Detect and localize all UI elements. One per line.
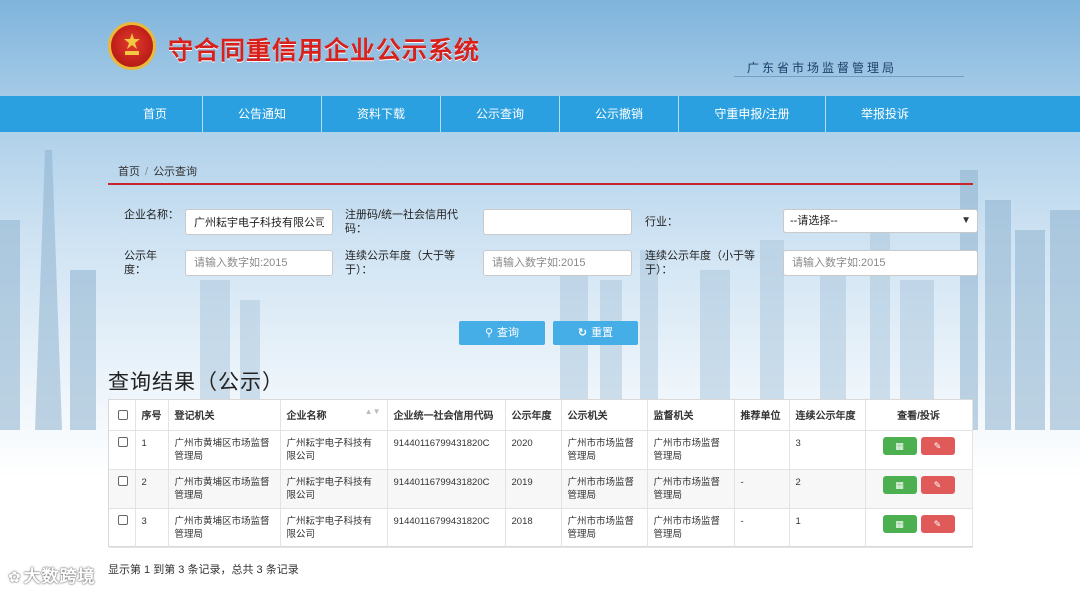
results-table: 序号 登记机关 企业名称 ▲▼ 企业统一社会信用代码 公示年度 公示机关 监督机关… — [108, 399, 973, 548]
sort-icon: ▲▼ — [364, 407, 381, 417]
col-header-pub-authority: 公示机关 — [561, 400, 648, 431]
view-button[interactable]: ▦ — [882, 514, 917, 533]
cell-continuous-years: 3 — [789, 430, 866, 470]
watermark-logo-icon: ✿ — [8, 569, 22, 586]
cell-actions: ▦ ✎ — [865, 469, 973, 509]
cell-actions: ▦ ✎ — [865, 508, 973, 548]
edit-icon: ✎ — [933, 440, 942, 451]
row-checkbox[interactable] — [118, 514, 128, 525]
cell-company: 广州耘宇电子科技有限公司 — [280, 430, 388, 470]
cell-no: 3 — [135, 508, 169, 548]
col-header-continuous-years: 连续公示年度 — [789, 400, 866, 431]
row-checkbox[interactable] — [118, 475, 128, 486]
cell-reg-authority: 广州市黄埔区市场监督管理局 — [168, 508, 281, 548]
reset-button[interactable]: ↻ 重置 — [553, 321, 638, 345]
document-icon: ▦ — [895, 518, 904, 529]
cell-recommender: - — [734, 469, 790, 509]
year-input[interactable] — [185, 250, 333, 276]
year-gte-input[interactable] — [483, 250, 632, 276]
watermark-text: 大数跨境 — [23, 567, 96, 586]
cell-actions: ▦ ✎ — [865, 430, 973, 470]
cell-continuous-years: 2 — [789, 469, 866, 509]
table-header-row: 序号 登记机关 企业名称 ▲▼ 企业统一社会信用代码 公示年度 公示机关 监督机关… — [109, 400, 973, 431]
cell-reg-authority: 广州市黄埔区市场监督管理局 — [168, 469, 281, 509]
row-checkbox[interactable] — [118, 436, 128, 447]
industry-select[interactable]: --请选择-- ▼ — [783, 209, 978, 233]
cell-recommender — [734, 430, 790, 470]
col-header-reg-authority: 登记机关 — [168, 400, 281, 431]
industry-label: 行业： — [645, 216, 678, 228]
row-select-cell — [109, 469, 136, 509]
cell-sup-authority: 广州市市场监督管理局 — [647, 469, 735, 509]
industry-selected-value: --请选择-- — [790, 215, 838, 227]
edit-icon: ✎ — [933, 518, 942, 529]
col-header-actions: 查看/投诉 — [865, 400, 973, 431]
company-name-input[interactable] — [185, 209, 333, 235]
complain-button[interactable]: ✎ — [920, 514, 955, 533]
view-button[interactable]: ▦ — [882, 475, 917, 494]
year-lte-input[interactable] — [783, 250, 978, 276]
view-button[interactable]: ▦ — [882, 436, 917, 455]
col-header-recommender: 推荐单位 — [734, 400, 790, 431]
edit-icon: ✎ — [933, 479, 942, 490]
credit-code-input[interactable] — [483, 209, 632, 235]
chevron-down-icon: ▼ — [961, 215, 971, 226]
row-select-cell — [109, 508, 136, 548]
col-header-sup-authority: 监督机关 — [647, 400, 735, 431]
cell-year: 2018 — [505, 508, 562, 548]
cell-credit-code: 91440116799431820C — [387, 469, 506, 509]
refresh-icon: ↻ — [577, 327, 588, 339]
complain-button[interactable]: ✎ — [920, 475, 955, 494]
col-header-company-label: 企业名称 — [286, 411, 327, 423]
search-form: 企业名称： 注册码/统一社会信用代码： 行业： --请选择-- ▼ 公示年度： … — [0, 0, 1080, 345]
year-gte-label: 连续公示年度（大于等于）： — [345, 250, 455, 276]
document-icon: ▦ — [895, 440, 904, 451]
cell-pub-authority: 广州市市场监督管理局 — [561, 469, 648, 509]
cell-credit-code: 91440116799431820C — [387, 430, 506, 470]
search-button[interactable]: ⚲ 查询 — [459, 321, 545, 345]
results-title: 查询结果（公示） — [108, 371, 284, 394]
col-header-company[interactable]: 企业名称 ▲▼ — [280, 400, 388, 431]
reset-button-label: 重置 — [591, 327, 614, 339]
cell-no: 2 — [135, 469, 169, 509]
cell-recommender: - — [734, 508, 790, 548]
cell-sup-authority: 广州市市场监督管理局 — [647, 508, 735, 548]
select-all-cell — [109, 400, 136, 431]
year-lte-label: 连续公示年度（小于等于）： — [645, 250, 755, 276]
row-select-cell — [109, 430, 136, 470]
table-row: 2 广州市黄埔区市场监督管理局 广州耘宇电子科技有限公司 91440116799… — [109, 469, 973, 509]
col-header-year: 公示年度 — [505, 400, 562, 431]
cell-continuous-years: 1 — [789, 508, 866, 548]
select-all-checkbox[interactable] — [118, 409, 128, 420]
year-label: 公示年度： — [124, 250, 157, 276]
pagination-summary: 显示第 1 到第 3 条记录，总共 3 条记录 — [108, 564, 299, 576]
search-icon: ⚲ — [484, 327, 494, 339]
cell-pub-authority: 广州市市场监督管理局 — [561, 430, 648, 470]
complain-button[interactable]: ✎ — [920, 436, 955, 455]
cell-credit-code: 91440116799431820C — [387, 508, 506, 548]
table-row: 3 广州市黄埔区市场监督管理局 广州耘宇电子科技有限公司 91440116799… — [109, 508, 973, 548]
cell-no: 1 — [135, 430, 169, 470]
cell-year: 2020 — [505, 430, 562, 470]
cell-pub-authority: 广州市市场监督管理局 — [561, 508, 648, 548]
watermark: ✿ 大数跨境 — [8, 562, 96, 587]
table-row: 1 广州市黄埔区市场监督管理局 广州耘宇电子科技有限公司 91440116799… — [109, 430, 973, 470]
cell-company: 广州耘宇电子科技有限公司 — [280, 508, 388, 548]
col-header-no: 序号 — [135, 400, 169, 431]
col-header-credit-code: 企业统一社会信用代码 — [387, 400, 506, 431]
document-icon: ▦ — [895, 479, 904, 490]
cell-reg-authority: 广州市黄埔区市场监督管理局 — [168, 430, 281, 470]
cell-year: 2019 — [505, 469, 562, 509]
cell-sup-authority: 广州市市场监督管理局 — [647, 430, 735, 470]
cell-company: 广州耘宇电子科技有限公司 — [280, 469, 388, 509]
credit-code-label: 注册码/统一社会信用代码： — [345, 209, 459, 235]
company-name-label: 企业名称： — [124, 209, 179, 221]
search-button-label: 查询 — [497, 327, 520, 339]
